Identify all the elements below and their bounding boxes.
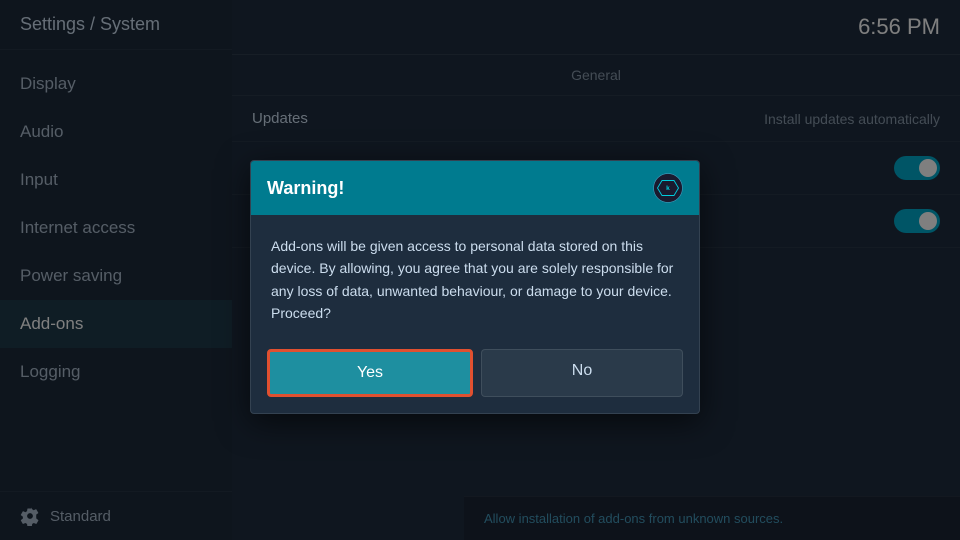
kodi-logo-icon: k [653,173,683,203]
dialog-buttons: Yes No [251,341,699,413]
yes-button[interactable]: Yes [267,349,473,397]
no-button[interactable]: No [481,349,683,397]
dialog-header: Warning! k [251,161,699,215]
warning-dialog: Warning! k Add-ons will be given access … [250,160,700,414]
svg-text:k: k [666,185,670,192]
dialog-body: Add-ons will be given access to personal… [251,215,699,341]
modal-overlay: Warning! k Add-ons will be given access … [0,0,960,540]
dialog-title: Warning! [267,178,344,199]
